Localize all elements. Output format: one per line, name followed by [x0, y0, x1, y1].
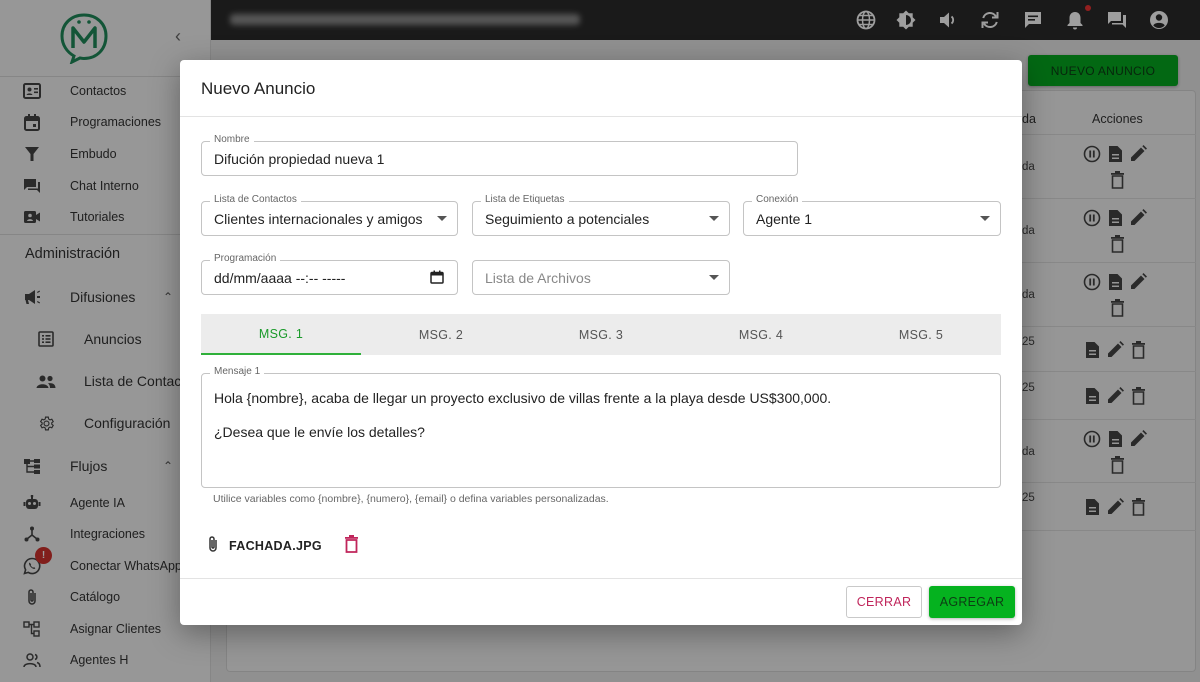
field-label: Lista de Contactos — [210, 194, 301, 205]
helper-text: Utilice variables como {nombre}, {numero… — [213, 493, 609, 505]
attachment-filename: FACHADA.JPG — [229, 538, 322, 553]
cancel-button[interactable]: CERRAR — [846, 586, 922, 618]
field-label: Conexión — [752, 194, 803, 205]
conexion-select[interactable]: Conexión Agente 1 — [743, 194, 1001, 236]
paperclip-icon — [207, 535, 219, 556]
field-value: dd/mm/aaaa --:-- ----- — [214, 270, 346, 286]
field-label: Programación — [210, 253, 281, 264]
field-value: Agente 1 — [756, 211, 813, 227]
dropdown-arrow-icon — [709, 216, 719, 221]
field-value: Clientes internacionales y amigos — [214, 211, 423, 227]
lista-etiquetas-select[interactable]: Lista de Etiquetas Seguimiento a potenci… — [472, 194, 730, 236]
delete-attachment-icon[interactable] — [344, 535, 359, 556]
field-label: Mensaje 1 — [210, 366, 265, 377]
message-line: Hola {nombre}, acaba de llegar un proyec… — [214, 390, 832, 406]
nombre-field[interactable]: Nombre Difución propiedad nueva 1 — [201, 134, 798, 176]
tab-msg-1[interactable]: MSG. 1 — [201, 314, 361, 355]
tab-msg-3[interactable]: MSG. 3 — [521, 314, 681, 355]
field-placeholder: Lista de Archivos — [485, 270, 591, 286]
dialog-title: Nuevo Anuncio — [201, 79, 316, 98]
field-label: Lista de Etiquetas — [481, 194, 569, 205]
dropdown-arrow-icon — [709, 275, 719, 280]
dropdown-arrow-icon — [980, 216, 990, 221]
field-label: Nombre — [210, 134, 254, 145]
message-line: ¿Desea que le envíe los detalles? — [214, 424, 425, 440]
field-value: Seguimiento a potenciales — [485, 211, 650, 227]
lista-contactos-select[interactable]: Lista de Contactos Clientes internaciona… — [201, 194, 458, 236]
field-value: Difución propiedad nueva 1 — [214, 151, 385, 167]
calendar-picker-icon[interactable] — [430, 270, 444, 289]
dropdown-arrow-icon — [437, 216, 447, 221]
attachment-row: FACHADA.JPG — [207, 535, 359, 556]
new-announcement-dialog: Nuevo Anuncio Nombre Difución propiedad … — [180, 60, 1022, 625]
add-button[interactable]: AGREGAR — [929, 586, 1015, 618]
lista-archivos-select[interactable]: Lista de Archivos — [472, 260, 730, 295]
mensaje-textarea[interactable]: Mensaje 1 Hola {nombre}, acaba de llegar… — [201, 366, 1001, 488]
message-tabs: MSG. 1 MSG. 2 MSG. 3 MSG. 4 MSG. 5 — [201, 314, 1001, 355]
tab-msg-4[interactable]: MSG. 4 — [681, 314, 841, 355]
programacion-datetime-input[interactable]: Programación dd/mm/aaaa --:-- ----- — [201, 253, 458, 295]
tab-msg-2[interactable]: MSG. 2 — [361, 314, 521, 355]
tab-msg-5[interactable]: MSG. 5 — [841, 314, 1001, 355]
